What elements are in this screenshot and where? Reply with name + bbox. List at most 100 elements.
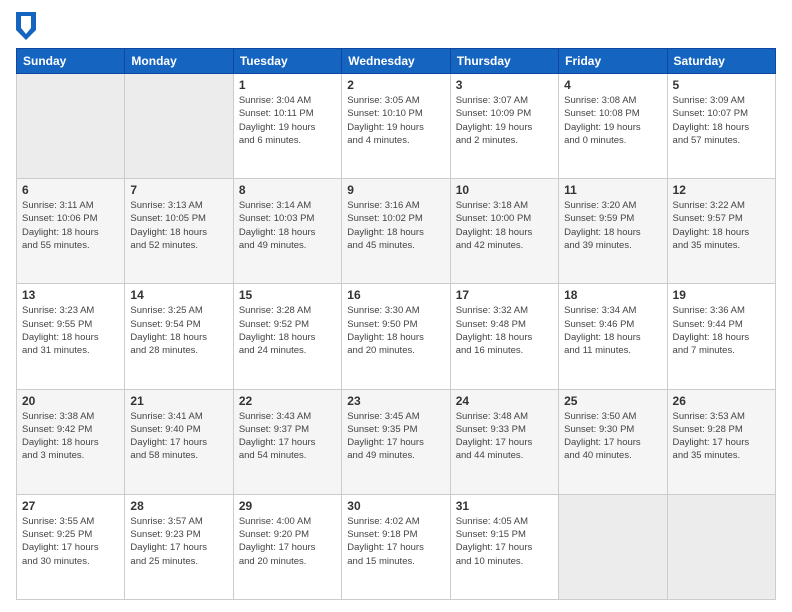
day-number: 31 (456, 499, 553, 513)
day-detail: Sunrise: 3:07 AM Sunset: 10:09 PM Daylig… (456, 94, 553, 147)
day-number: 19 (673, 288, 770, 302)
day-cell: 2 Sunrise: 3:05 AM Sunset: 10:10 PM Dayli… (342, 74, 450, 179)
day-number: 20 (22, 394, 119, 408)
day-detail: Sunrise: 3:20 AM Sunset: 9:59 PM Dayligh… (564, 199, 661, 252)
day-cell (559, 494, 667, 599)
weekday-header-wednesday: Wednesday (342, 49, 450, 74)
day-number: 11 (564, 183, 661, 197)
day-number: 6 (22, 183, 119, 197)
day-detail: Sunrise: 3:11 AM Sunset: 10:06 PM Daylig… (22, 199, 119, 252)
calendar-header: SundayMondayTuesdayWednesdayThursdayFrid… (17, 49, 776, 74)
day-cell: 18 Sunrise: 3:34 AM Sunset: 9:46 PM Dayli… (559, 284, 667, 389)
logo-icon (16, 12, 36, 40)
day-cell: 21 Sunrise: 3:41 AM Sunset: 9:40 PM Dayli… (125, 389, 233, 494)
day-number: 30 (347, 499, 444, 513)
logo (16, 12, 40, 40)
day-number: 23 (347, 394, 444, 408)
day-detail: Sunrise: 3:09 AM Sunset: 10:07 PM Daylig… (673, 94, 770, 147)
day-number: 18 (564, 288, 661, 302)
day-number: 17 (456, 288, 553, 302)
day-number: 25 (564, 394, 661, 408)
day-number: 3 (456, 78, 553, 92)
day-number: 8 (239, 183, 336, 197)
day-cell: 3 Sunrise: 3:07 AM Sunset: 10:09 PM Dayli… (450, 74, 558, 179)
weekday-header-saturday: Saturday (667, 49, 775, 74)
day-detail: Sunrise: 3:34 AM Sunset: 9:46 PM Dayligh… (564, 304, 661, 357)
day-number: 24 (456, 394, 553, 408)
day-cell: 8Sunrise: 3:14 AM Sunset: 10:03 PM Dayli… (233, 179, 341, 284)
week-row-5: 27 Sunrise: 3:55 AM Sunset: 9:25 PM Dayli… (17, 494, 776, 599)
calendar: SundayMondayTuesdayWednesdayThursdayFrid… (16, 48, 776, 600)
day-detail: Sunrise: 3:43 AM Sunset: 9:37 PM Dayligh… (239, 410, 336, 463)
day-number: 14 (130, 288, 227, 302)
day-detail: Sunrise: 3:57 AM Sunset: 9:23 PM Dayligh… (130, 515, 227, 568)
calendar-body: 1Sunrise: 3:04 AM Sunset: 10:11 PM Dayli… (17, 74, 776, 600)
day-cell: 13 Sunrise: 3:23 AM Sunset: 9:55 PM Dayli… (17, 284, 125, 389)
day-cell: 28 Sunrise: 3:57 AM Sunset: 9:23 PM Dayli… (125, 494, 233, 599)
day-cell: 16 Sunrise: 3:30 AM Sunset: 9:50 PM Dayli… (342, 284, 450, 389)
header (16, 12, 776, 40)
day-number: 2 (347, 78, 444, 92)
day-number: 10 (456, 183, 553, 197)
day-cell: 26Sunrise: 3:53 AM Sunset: 9:28 PM Dayli… (667, 389, 775, 494)
day-detail: Sunrise: 4:02 AM Sunset: 9:18 PM Dayligh… (347, 515, 444, 568)
day-number: 7 (130, 183, 227, 197)
day-cell: 23 Sunrise: 3:45 AM Sunset: 9:35 PM Dayli… (342, 389, 450, 494)
week-row-2: 6 Sunrise: 3:11 AM Sunset: 10:06 PM Dayli… (17, 179, 776, 284)
day-cell: 7 Sunrise: 3:13 AM Sunset: 10:05 PM Dayli… (125, 179, 233, 284)
day-detail: Sunrise: 3:13 AM Sunset: 10:05 PM Daylig… (130, 199, 227, 252)
day-number: 16 (347, 288, 444, 302)
day-number: 26 (673, 394, 770, 408)
day-cell (667, 494, 775, 599)
day-cell: 15Sunrise: 3:28 AM Sunset: 9:52 PM Dayli… (233, 284, 341, 389)
day-detail: Sunrise: 3:32 AM Sunset: 9:48 PM Dayligh… (456, 304, 553, 357)
day-cell: 31 Sunrise: 4:05 AM Sunset: 9:15 PM Dayli… (450, 494, 558, 599)
day-cell: 29Sunrise: 4:00 AM Sunset: 9:20 PM Dayli… (233, 494, 341, 599)
day-cell: 22 Sunrise: 3:43 AM Sunset: 9:37 PM Dayli… (233, 389, 341, 494)
day-cell: 25 Sunrise: 3:50 AM Sunset: 9:30 PM Dayli… (559, 389, 667, 494)
day-number: 22 (239, 394, 336, 408)
day-cell: 17 Sunrise: 3:32 AM Sunset: 9:48 PM Dayli… (450, 284, 558, 389)
day-detail: Sunrise: 3:18 AM Sunset: 10:00 PM Daylig… (456, 199, 553, 252)
day-cell: 11 Sunrise: 3:20 AM Sunset: 9:59 PM Dayli… (559, 179, 667, 284)
day-number: 12 (673, 183, 770, 197)
day-number: 13 (22, 288, 119, 302)
day-detail: Sunrise: 3:23 AM Sunset: 9:55 PM Dayligh… (22, 304, 119, 357)
day-cell: 9Sunrise: 3:16 AM Sunset: 10:02 PM Dayli… (342, 179, 450, 284)
day-number: 28 (130, 499, 227, 513)
day-detail: Sunrise: 3:28 AM Sunset: 9:52 PM Dayligh… (239, 304, 336, 357)
day-number: 5 (673, 78, 770, 92)
day-cell: 12 Sunrise: 3:22 AM Sunset: 9:57 PM Dayli… (667, 179, 775, 284)
day-cell: 5 Sunrise: 3:09 AM Sunset: 10:07 PM Dayli… (667, 74, 775, 179)
day-detail: Sunrise: 3:41 AM Sunset: 9:40 PM Dayligh… (130, 410, 227, 463)
day-detail: Sunrise: 3:45 AM Sunset: 9:35 PM Dayligh… (347, 410, 444, 463)
day-detail: Sunrise: 3:16 AM Sunset: 10:02 PM Daylig… (347, 199, 444, 252)
day-detail: Sunrise: 3:22 AM Sunset: 9:57 PM Dayligh… (673, 199, 770, 252)
day-detail: Sunrise: 3:08 AM Sunset: 10:08 PM Daylig… (564, 94, 661, 147)
day-detail: Sunrise: 3:50 AM Sunset: 9:30 PM Dayligh… (564, 410, 661, 463)
weekday-header-thursday: Thursday (450, 49, 558, 74)
week-row-4: 20 Sunrise: 3:38 AM Sunset: 9:42 PM Dayli… (17, 389, 776, 494)
day-number: 27 (22, 499, 119, 513)
day-detail: Sunrise: 4:05 AM Sunset: 9:15 PM Dayligh… (456, 515, 553, 568)
day-detail: Sunrise: 3:48 AM Sunset: 9:33 PM Dayligh… (456, 410, 553, 463)
day-cell: 20 Sunrise: 3:38 AM Sunset: 9:42 PM Dayli… (17, 389, 125, 494)
day-detail: Sunrise: 3:38 AM Sunset: 9:42 PM Dayligh… (22, 410, 119, 463)
day-detail: Sunrise: 3:25 AM Sunset: 9:54 PM Dayligh… (130, 304, 227, 357)
day-cell: 4 Sunrise: 3:08 AM Sunset: 10:08 PM Dayli… (559, 74, 667, 179)
day-number: 4 (564, 78, 661, 92)
week-row-3: 13 Sunrise: 3:23 AM Sunset: 9:55 PM Dayli… (17, 284, 776, 389)
day-detail: Sunrise: 3:05 AM Sunset: 10:10 PM Daylig… (347, 94, 444, 147)
day-cell: 19Sunrise: 3:36 AM Sunset: 9:44 PM Dayli… (667, 284, 775, 389)
weekday-row: SundayMondayTuesdayWednesdayThursdayFrid… (17, 49, 776, 74)
day-cell (125, 74, 233, 179)
day-detail: Sunrise: 3:55 AM Sunset: 9:25 PM Dayligh… (22, 515, 119, 568)
day-detail: Sunrise: 3:30 AM Sunset: 9:50 PM Dayligh… (347, 304, 444, 357)
week-row-1: 1Sunrise: 3:04 AM Sunset: 10:11 PM Dayli… (17, 74, 776, 179)
day-cell: 14 Sunrise: 3:25 AM Sunset: 9:54 PM Dayli… (125, 284, 233, 389)
weekday-header-tuesday: Tuesday (233, 49, 341, 74)
day-number: 21 (130, 394, 227, 408)
day-cell: 6 Sunrise: 3:11 AM Sunset: 10:06 PM Dayli… (17, 179, 125, 284)
weekday-header-monday: Monday (125, 49, 233, 74)
day-cell: 27 Sunrise: 3:55 AM Sunset: 9:25 PM Dayli… (17, 494, 125, 599)
